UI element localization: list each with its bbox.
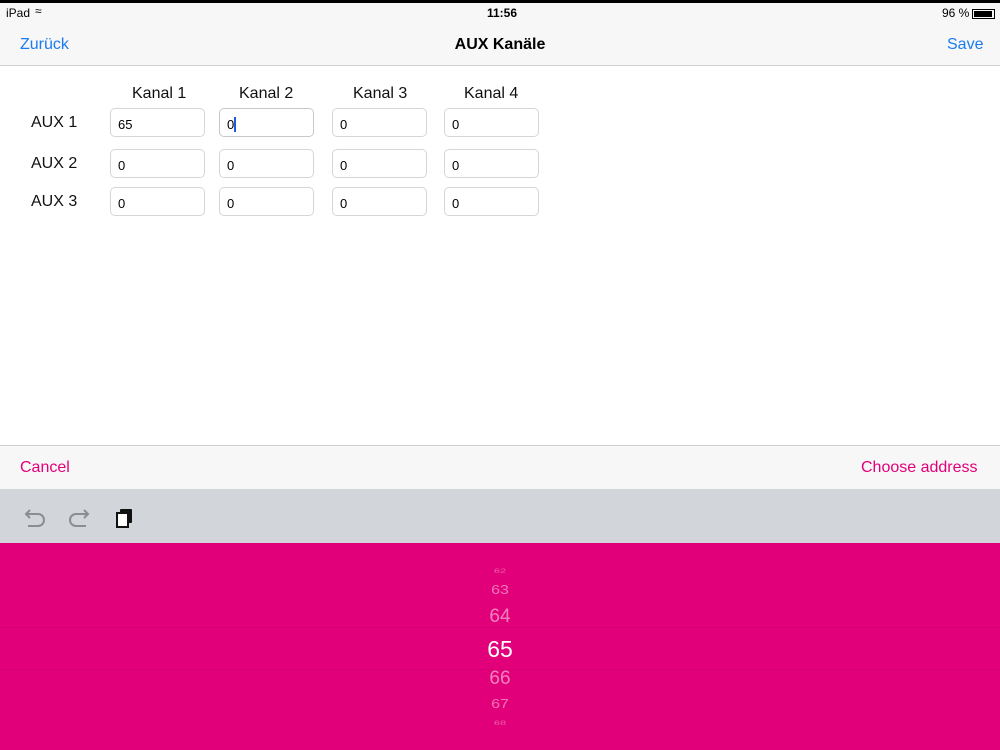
picker-option[interactable]: 63 xyxy=(0,584,1000,598)
keyboard-toolbar xyxy=(0,489,1000,543)
aux-grid: Kanal 1 Kanal 2 Kanal 3 Kanal 4 AUX 1 65… xyxy=(0,66,1000,445)
status-bar: iPad ≈ 11:56 96 % xyxy=(0,3,1000,23)
number-picker[interactable]: 62 63 64 65 66 67 68 xyxy=(0,543,1000,750)
aux1-kanal2-field[interactable]: 0 xyxy=(219,108,314,137)
device-label: iPad xyxy=(6,6,31,20)
aux2-kanal3-field[interactable]: 0 xyxy=(332,149,427,178)
aux3-kanal2-field[interactable]: 0 xyxy=(219,187,314,216)
clock: 11:56 xyxy=(487,6,518,20)
aux1-kanal1-field[interactable]: 65 xyxy=(110,108,205,137)
wifi-icon: ≈ xyxy=(35,4,42,18)
field-value: 0 xyxy=(227,117,235,132)
aux2-kanal4-field[interactable]: 0 xyxy=(444,149,539,178)
column-header: Kanal 3 xyxy=(353,85,408,102)
cancel-button[interactable]: Cancel xyxy=(20,459,70,477)
page-title: AUX Kanäle xyxy=(454,36,546,53)
undo-icon[interactable] xyxy=(23,508,47,528)
navigation-bar: Zurück AUX Kanäle Save xyxy=(0,23,1000,66)
aux1-kanal4-field[interactable]: 0 xyxy=(444,108,539,137)
picker-option-selected[interactable]: 65 xyxy=(0,636,1000,663)
paste-icon[interactable] xyxy=(114,508,136,530)
battery-percent: 96 % xyxy=(942,6,970,20)
text-cursor xyxy=(234,117,237,132)
aux1-kanal3-field[interactable]: 0 xyxy=(332,108,427,137)
picker-option[interactable]: 66 xyxy=(0,668,1000,690)
aux3-kanal1-field[interactable]: 0 xyxy=(110,187,205,216)
row-label: AUX 2 xyxy=(31,155,78,172)
aux2-kanal1-field[interactable]: 0 xyxy=(110,149,205,178)
picker-option[interactable]: 64 xyxy=(0,606,1000,628)
column-header: Kanal 2 xyxy=(239,85,294,102)
aux2-kanal2-field[interactable]: 0 xyxy=(219,149,314,178)
choose-address-button[interactable]: Choose address xyxy=(861,459,978,477)
picker-option[interactable]: 67 xyxy=(0,698,1000,712)
column-header: Kanal 1 xyxy=(132,85,187,102)
row-label: AUX 3 xyxy=(31,193,78,210)
save-button[interactable]: Save xyxy=(947,36,983,54)
aux3-kanal4-field[interactable]: 0 xyxy=(444,187,539,216)
row-label: AUX 1 xyxy=(31,114,78,131)
picker-accessory-bar: Cancel Choose address xyxy=(0,445,1000,489)
picker-option[interactable]: 62 xyxy=(0,567,1000,574)
picker-option[interactable]: 68 xyxy=(0,719,1000,726)
column-header: Kanal 4 xyxy=(464,85,519,102)
redo-icon[interactable] xyxy=(67,508,91,528)
battery-icon xyxy=(972,9,995,19)
aux3-kanal3-field[interactable]: 0 xyxy=(332,187,427,216)
